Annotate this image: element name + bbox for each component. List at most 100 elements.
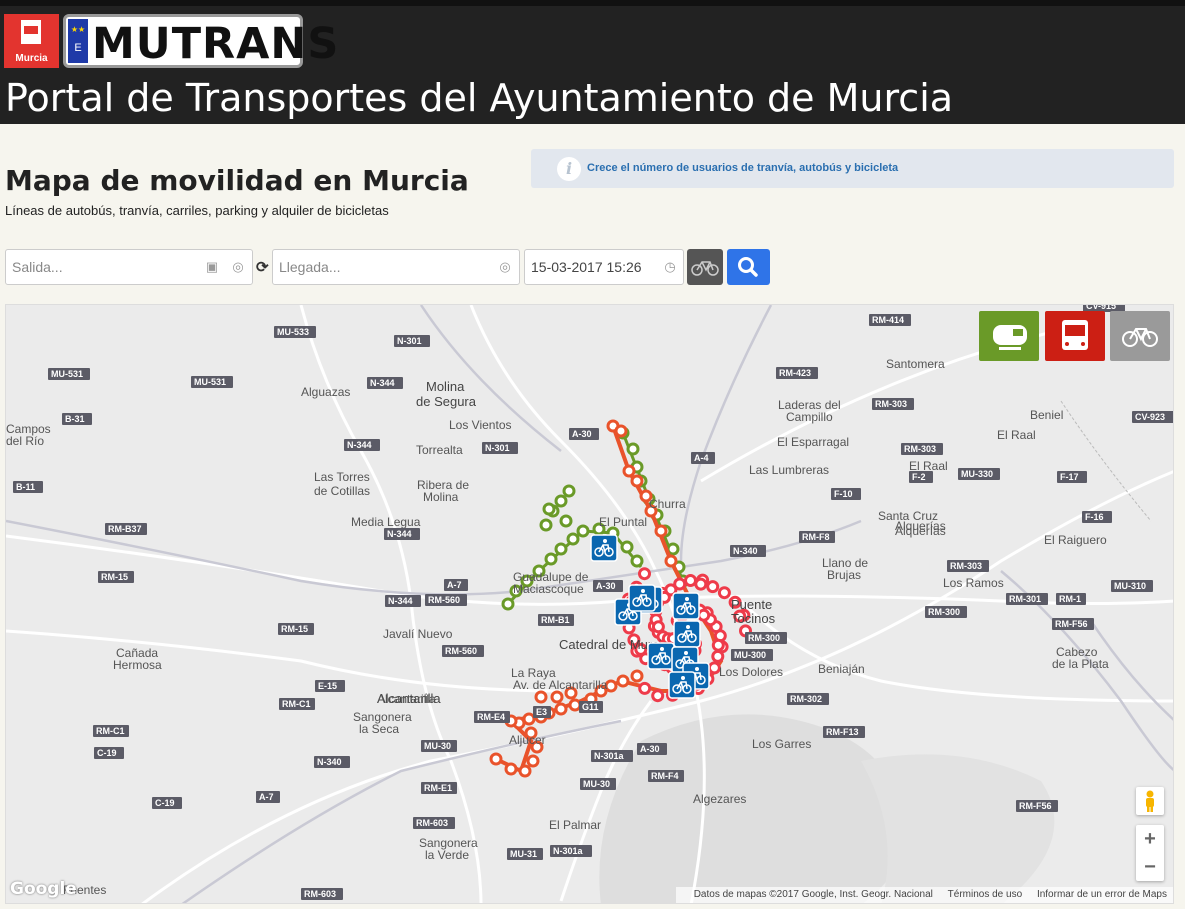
- bike-layer-button[interactable]: [1110, 311, 1170, 361]
- salida-input[interactable]: Salida... ▣ ◎: [5, 249, 253, 285]
- bike-station-marker[interactable]: [628, 584, 656, 612]
- bike-station-marker[interactable]: [590, 534, 618, 562]
- place-label: Algezares: [693, 792, 746, 806]
- tram-stop-marker[interactable]: [544, 552, 558, 566]
- bus-stop-marker[interactable]: [614, 424, 628, 438]
- tram-stop-marker[interactable]: [576, 524, 590, 538]
- terms-link[interactable]: Términos de uso: [948, 889, 1022, 900]
- bus-layer-button[interactable]: [1045, 311, 1105, 361]
- svg-text:N-344: N-344: [387, 529, 412, 539]
- map-canvas[interactable]: AlqueríasMolinade SeguraLos VientosAlgua…: [6, 305, 1174, 904]
- swap-icon[interactable]: ⟳: [256, 258, 269, 276]
- murcia-crest-logo[interactable]: Murcia: [4, 14, 59, 68]
- bike-station-marker[interactable]: [672, 592, 700, 620]
- llegada-placeholder: Llegada...: [279, 259, 341, 275]
- tram-layer-button[interactable]: [979, 311, 1039, 361]
- bus-stop-marker[interactable]: [694, 577, 708, 591]
- bus-stop-marker[interactable]: [706, 580, 720, 594]
- bus-stop-marker[interactable]: [518, 764, 532, 778]
- llegada-input[interactable]: Llegada... ◎: [272, 249, 520, 285]
- bus-stop-marker[interactable]: [622, 464, 636, 478]
- bike-station-marker[interactable]: [668, 671, 696, 699]
- tram-stop-marker[interactable]: [554, 542, 568, 556]
- tram-stop-marker[interactable]: [501, 597, 515, 611]
- road-label: N-301: [482, 442, 518, 454]
- portal-title[interactable]: Portal de Transportes del Ayuntamiento d…: [5, 76, 953, 120]
- tram-stop-marker[interactable]: [626, 442, 640, 456]
- tram-stop-marker[interactable]: [620, 540, 634, 554]
- bike-station-marker[interactable]: [673, 620, 701, 648]
- bus-stop-marker[interactable]: [711, 638, 725, 652]
- bus-stop-marker[interactable]: [522, 712, 536, 726]
- road-label: N-340: [314, 756, 350, 768]
- svg-text:E-15: E-15: [318, 681, 337, 691]
- svg-text:N-344: N-344: [347, 440, 372, 450]
- place-label: la Verde: [425, 848, 469, 862]
- bus-stop-marker[interactable]: [664, 554, 678, 568]
- road-label: G11: [579, 701, 603, 713]
- tram-stop-marker[interactable]: [562, 484, 576, 498]
- search-button[interactable]: [727, 249, 770, 285]
- bus-stop-marker[interactable]: [630, 669, 644, 683]
- info-link[interactable]: Crece el número de usuarios de tranvía, …: [587, 162, 898, 174]
- report-error-link[interactable]: Informar de un error de Maps: [1037, 889, 1167, 900]
- bus-stop-marker[interactable]: [616, 674, 630, 688]
- road-label: RM-302: [787, 693, 829, 705]
- road-label: F-10: [831, 488, 861, 500]
- road-label: MU-300: [731, 649, 773, 661]
- mobility-map[interactable]: Alquerías Molina de Segura Los Vientos Algua…: [5, 304, 1174, 904]
- place-label: Av. de Alcantarilla: [513, 678, 608, 692]
- road-label: RM-B1: [538, 614, 574, 626]
- bus-stop-marker[interactable]: [697, 608, 711, 622]
- bus-stop-marker[interactable]: [654, 524, 668, 538]
- bus-stop-marker[interactable]: [526, 754, 540, 768]
- bike-mode-button[interactable]: [687, 249, 723, 285]
- tram-stop-marker[interactable]: [539, 518, 553, 532]
- road-label: RM-560: [425, 594, 467, 606]
- bus-stop-marker[interactable]: [550, 690, 564, 704]
- bus-stop-marker[interactable]: [534, 690, 548, 704]
- bus-stop-marker[interactable]: [638, 567, 651, 581]
- bus-stop-marker[interactable]: [630, 474, 644, 488]
- svg-text:A-30: A-30: [640, 744, 660, 754]
- place-label: Santa Cruz: [878, 509, 938, 523]
- bus-stop-marker[interactable]: [604, 679, 618, 693]
- bus-stop-marker[interactable]: [638, 681, 652, 695]
- bus-stop-marker[interactable]: [651, 620, 665, 634]
- bus-stop-marker[interactable]: [489, 752, 503, 766]
- bus-stop-marker[interactable]: [504, 762, 518, 776]
- locate-icon[interactable]: ◎: [230, 259, 246, 275]
- tram-stop-marker[interactable]: [542, 502, 556, 516]
- mutrans-logo[interactable]: ★★ E MUTRANS: [63, 14, 338, 69]
- road-label: CV-923: [1132, 411, 1173, 423]
- svg-text:MU-531: MU-531: [51, 369, 83, 379]
- bus-stop-marker[interactable]: [554, 702, 568, 716]
- tram-stop-marker[interactable]: [630, 554, 644, 568]
- address-book-icon[interactable]: ▣: [204, 259, 220, 275]
- google-logo[interactable]: Google: [10, 879, 77, 899]
- bicycle-icon: [691, 261, 719, 276]
- svg-text:A-30: A-30: [572, 429, 592, 439]
- zoom-in-button[interactable]: +: [1136, 825, 1164, 853]
- tram-stop-marker[interactable]: [554, 494, 568, 508]
- svg-text:MU-31: MU-31: [510, 849, 537, 859]
- tram-stop-marker[interactable]: [559, 514, 573, 528]
- bus-stop-marker[interactable]: [711, 649, 725, 663]
- bus-stop-marker[interactable]: [684, 574, 697, 587]
- bike-station-marker[interactable]: [647, 642, 675, 670]
- road-label: B-11: [13, 481, 43, 493]
- bus-stop-marker[interactable]: [651, 689, 665, 703]
- road-label: RM-E4: [474, 711, 510, 723]
- road-label: RM-F4: [648, 770, 684, 782]
- road-label: N-301a: [591, 750, 633, 762]
- svg-text:RM-15: RM-15: [101, 572, 128, 582]
- bicycle-icon: [1122, 328, 1158, 347]
- datetime-input[interactable]: 15-03-2017 15:26 ◷: [524, 249, 684, 285]
- locate-icon[interactable]: ◎: [497, 259, 513, 275]
- bus-stop-marker[interactable]: [568, 698, 582, 712]
- street-view-pegman-icon[interactable]: [1136, 787, 1164, 815]
- zoom-out-button[interactable]: −: [1136, 853, 1164, 881]
- tram-stop-marker[interactable]: [566, 532, 580, 546]
- bus-stop-marker[interactable]: [707, 661, 721, 675]
- bus-stop-marker[interactable]: [717, 586, 731, 600]
